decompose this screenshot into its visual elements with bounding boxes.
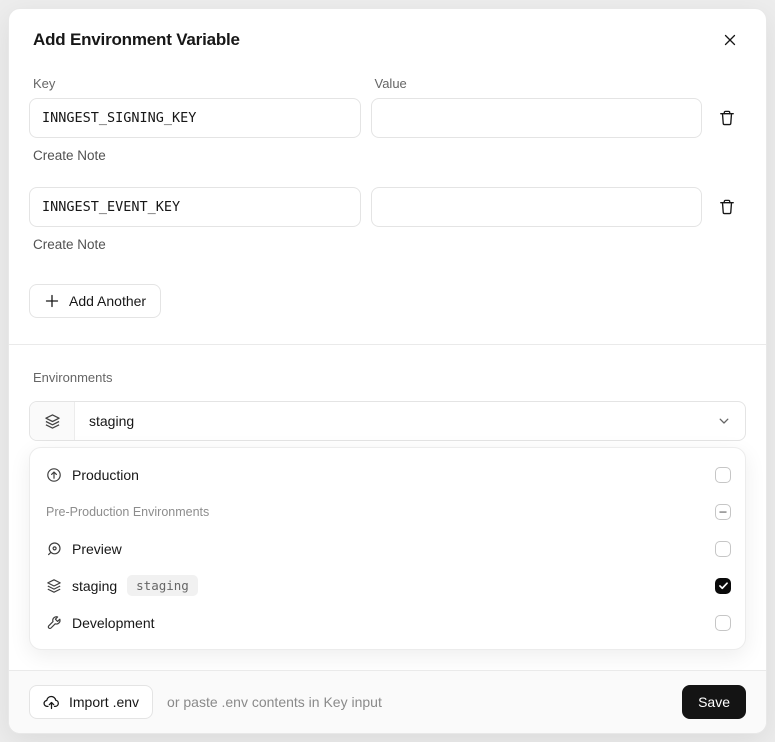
preview-icon bbox=[46, 541, 62, 557]
import-env-button[interactable]: Import .env bbox=[29, 685, 154, 719]
create-note-button-2[interactable]: Create Note bbox=[33, 237, 106, 252]
pre-production-group-row: Pre-Production Environments bbox=[30, 493, 745, 530]
env-var-row-1 bbox=[29, 98, 742, 138]
env-var-row-2 bbox=[29, 187, 742, 227]
chevron-down-icon bbox=[716, 413, 745, 429]
wrench-icon bbox=[46, 615, 62, 631]
selected-environment: staging bbox=[89, 413, 135, 429]
add-env-variable-modal: Add Environment Variable Key Value INNGE… bbox=[8, 8, 767, 734]
environments-section: Environments staging Production Pre-Prod… bbox=[9, 344, 766, 650]
key-input-1[interactable] bbox=[29, 98, 361, 138]
env-option-production[interactable]: Production bbox=[30, 456, 745, 493]
layers-icon bbox=[44, 413, 61, 430]
import-env-label: Import .env bbox=[69, 694, 140, 710]
plus-icon bbox=[44, 293, 60, 309]
modal-footer: Import .env or paste .env contents in Ke… bbox=[9, 670, 766, 733]
delete-row-2-button[interactable] bbox=[712, 192, 742, 222]
value-input-1[interactable] bbox=[370, 98, 702, 138]
value-input-2[interactable] bbox=[370, 187, 702, 227]
production-checkbox[interactable] bbox=[715, 466, 731, 483]
env-option-label: Preview bbox=[72, 540, 122, 557]
page-title: Add Environment Variable bbox=[33, 30, 240, 49]
close-icon bbox=[722, 32, 738, 48]
preview-checkbox[interactable] bbox=[715, 540, 731, 557]
trash-icon bbox=[718, 109, 736, 127]
env-option-label: Development bbox=[72, 614, 155, 631]
note-row-2: Create Note bbox=[29, 236, 742, 254]
env-option-label: staging bbox=[72, 577, 118, 594]
environments-dropdown-panel: Production Pre-Production Environments P… bbox=[29, 447, 746, 650]
upload-cloud-icon bbox=[43, 694, 60, 711]
close-button[interactable] bbox=[718, 28, 742, 52]
env-var-form: Key Value Create Note bbox=[9, 52, 766, 344]
field-labels-row: Key Value bbox=[29, 76, 742, 91]
add-another-label: Add Another bbox=[69, 293, 147, 309]
environments-label: Environments bbox=[33, 370, 113, 385]
env-option-staging[interactable]: staging staging bbox=[30, 567, 745, 604]
save-button[interactable]: Save bbox=[682, 685, 746, 719]
staging-checkbox[interactable] bbox=[715, 577, 731, 594]
env-option-preview[interactable]: Preview bbox=[30, 530, 745, 567]
pre-production-group-label: Pre-Production Environments bbox=[46, 504, 210, 519]
production-icon bbox=[46, 467, 62, 483]
layers-icon bbox=[46, 578, 62, 594]
add-another-button[interactable]: Add Another bbox=[29, 284, 162, 318]
key-label: Key bbox=[33, 76, 56, 91]
note-row-1: Create Note bbox=[29, 147, 742, 165]
development-checkbox[interactable] bbox=[715, 614, 731, 631]
paste-hint-text: or paste .env contents in Key input bbox=[167, 694, 382, 710]
delete-row-1-button[interactable] bbox=[712, 103, 742, 133]
staging-slug-badge: staging bbox=[127, 575, 198, 596]
env-option-label: Production bbox=[72, 466, 139, 483]
modal-header: Add Environment Variable bbox=[9, 9, 766, 52]
environments-select[interactable]: staging bbox=[29, 401, 746, 441]
create-note-button-1[interactable]: Create Note bbox=[33, 148, 106, 163]
env-option-development[interactable]: Development bbox=[30, 604, 745, 641]
trash-spacer bbox=[712, 76, 742, 91]
trash-icon bbox=[718, 198, 736, 216]
select-icon-cell bbox=[30, 402, 75, 440]
pre-production-checkbox[interactable] bbox=[715, 503, 731, 520]
value-label: Value bbox=[374, 76, 407, 91]
key-input-2[interactable] bbox=[29, 187, 361, 227]
